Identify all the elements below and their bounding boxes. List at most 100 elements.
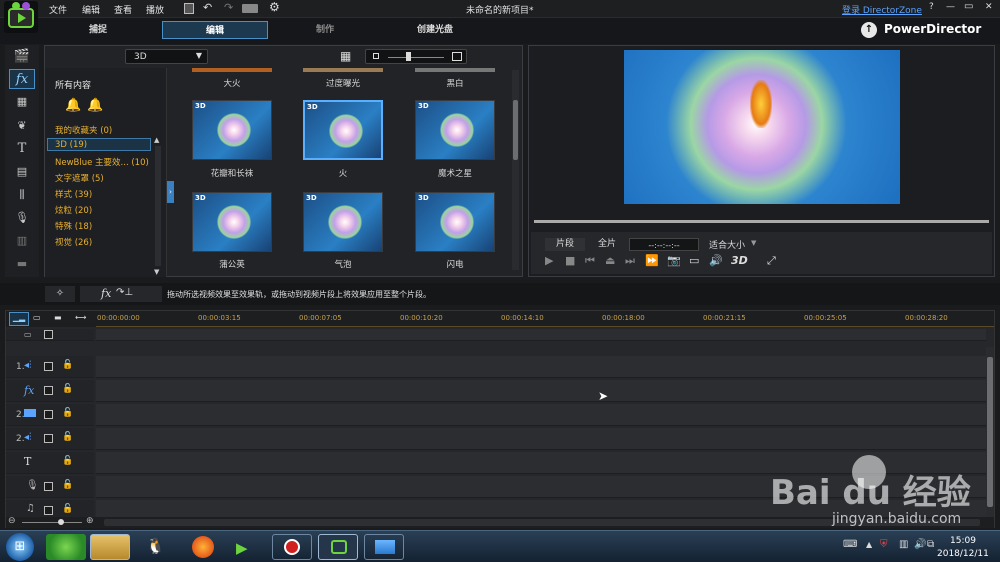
save-icon[interactable] (184, 3, 194, 14)
particle-room-icon[interactable]: ❦ (9, 116, 35, 136)
track-enable-checkbox[interactable] (44, 434, 53, 443)
menu-play[interactable]: 播放 (146, 3, 164, 16)
library-filter-dropdown[interactable]: 3D ▼ (125, 49, 208, 64)
category-special[interactable]: 特殊 (18) (55, 220, 92, 232)
scroll-down-arrow-icon[interactable]: ▼ (154, 268, 159, 276)
display-output-icon[interactable]: ▭ (689, 254, 699, 267)
category-style[interactable]: 样式 (39) (55, 188, 92, 200)
track-lane[interactable] (96, 329, 986, 341)
subtitle-room-icon[interactable]: ▬ (9, 254, 35, 274)
zoom-slider-thumb[interactable] (58, 519, 64, 525)
transition-room-icon[interactable]: ▤ (9, 162, 35, 182)
play-icon[interactable]: ▶ (545, 254, 553, 267)
storyboard-view-icon[interactable]: ▭ (33, 313, 41, 322)
zoom-slider-track[interactable] (22, 522, 82, 523)
timeline-ruler[interactable]: 00:00:00:00 00:00:03:15 00:00:07:05 00:00:1… (96, 311, 994, 327)
effect-thumb-dandelion[interactable]: 3D (192, 192, 272, 252)
track-lane[interactable] (96, 428, 986, 450)
tab-create-disc[interactable]: 创建光盘 (385, 21, 485, 39)
effect-thumb-bubbles[interactable]: 3D (303, 192, 383, 252)
undock-preview-icon[interactable]: ⤢ (767, 254, 776, 268)
effect-thumb-magic-star[interactable]: 3D (415, 100, 495, 160)
track-enable-checkbox[interactable] (44, 410, 53, 419)
volume-icon[interactable]: 🔊 (709, 254, 723, 267)
taskbar-app-media-icon[interactable]: ▶ (226, 534, 266, 560)
add-tag-icon[interactable]: 🔔 (65, 98, 81, 113)
effect-room-fx-icon[interactable]: fx (9, 69, 35, 89)
next-frame-icon[interactable]: ⏭ (625, 254, 635, 268)
lock-icon[interactable]: 🔓 (62, 408, 73, 418)
voice-over-icon[interactable]: 🎙 (9, 208, 35, 228)
chevron-down-icon[interactable]: ▼ (751, 239, 756, 247)
magic-effect-button[interactable]: ✧ (45, 286, 75, 302)
track-enable-checkbox[interactable] (44, 330, 53, 339)
track-manager-icon[interactable]: ▬ (54, 313, 62, 322)
thumbnail-size-slider[interactable] (365, 49, 467, 64)
timecode-field[interactable]: --:--:--:-- (629, 238, 699, 251)
menu-view[interactable]: 查看 (114, 3, 132, 16)
track-enable-checkbox[interactable] (44, 482, 53, 491)
lock-icon[interactable]: 🔓 (62, 480, 73, 490)
fast-forward-icon[interactable]: ⏩ (645, 254, 659, 267)
collapse-panel-handle[interactable]: › (167, 181, 174, 203)
tray-network-icon[interactable]: ▥ (899, 539, 908, 550)
category-particles[interactable]: 炫粒 (20) (55, 204, 92, 216)
camera-snapshot-icon[interactable]: 📷 (667, 254, 681, 267)
effect-thumb-fire[interactable]: 3D (303, 100, 383, 160)
taskbar-app-qq-icon[interactable]: 🐧 (134, 534, 174, 560)
start-button-icon[interactable]: ⊞ (6, 533, 34, 561)
taskbar-app-recorder-icon[interactable] (272, 534, 312, 560)
menu-file[interactable]: 文件 (49, 3, 67, 16)
full-mode-button[interactable]: 全片 (587, 238, 627, 251)
taskbar-app-photo-viewer-icon[interactable] (364, 534, 404, 560)
taskbar-app-firefox-icon[interactable] (182, 534, 222, 560)
undo-icon[interactable]: ↶ (203, 1, 212, 14)
powerdirector-upload-icon[interactable]: ↑ (861, 22, 877, 38)
lock-icon[interactable]: 🔓 (62, 504, 73, 514)
library-scrollbar-thumb[interactable] (513, 100, 518, 160)
preview-scrubber[interactable] (534, 220, 989, 223)
minimize-button[interactable]: — (946, 2, 955, 12)
fit-timeline-icon[interactable]: ⟷ (75, 313, 86, 322)
track-enable-checkbox[interactable] (44, 362, 53, 371)
apply-fx-to-clip-button[interactable]: fx ↷⊥ (80, 286, 162, 302)
timeline-view-icon[interactable]: ▁▂ (9, 312, 29, 326)
track-enable-checkbox[interactable] (44, 506, 53, 515)
directorzone-login-link[interactable]: 登录 DirectorZone (842, 3, 922, 16)
remove-tag-icon[interactable]: 🔔 (87, 98, 103, 113)
chapter-room-icon[interactable]: ▥ (9, 231, 35, 251)
redo-icon[interactable]: ↷ (224, 1, 233, 14)
snapshot-marker-icon[interactable]: ⏏ (605, 254, 615, 267)
tray-language-icon[interactable]: ⧉ (927, 539, 934, 550)
tray-volume-icon[interactable]: 🔊 (914, 539, 926, 550)
title-room-icon[interactable]: T (9, 139, 35, 159)
zoom-in-icon[interactable]: ⊕ (86, 516, 94, 526)
tray-keyboard-icon[interactable]: ⌨ (843, 539, 857, 550)
stop-icon[interactable]: ■ (565, 254, 575, 267)
lock-icon[interactable]: 🔓 (62, 432, 73, 442)
lock-icon[interactable]: 🔓 (62, 360, 73, 370)
taskbar-app-browser-icon[interactable] (46, 534, 86, 560)
category-3d[interactable]: 3D (19) (55, 140, 87, 150)
scroll-up-arrow-icon[interactable]: ▲ (154, 136, 159, 144)
track-lane[interactable] (96, 356, 986, 378)
track-lane[interactable] (96, 380, 986, 402)
effect-thumb-petals-stockings[interactable]: 3D (192, 100, 272, 160)
pip-room-icon[interactable]: ▦ (9, 92, 35, 112)
category-scrollbar[interactable] (155, 146, 161, 266)
3d-mode-button[interactable]: 3D (731, 254, 748, 267)
restore-button[interactable]: ▭ (964, 1, 973, 12)
clock-date[interactable]: 2018/12/11 (937, 549, 989, 559)
tray-security-icon[interactable]: ⛨ (880, 539, 888, 550)
media-room-icon[interactable]: 🎬 (9, 47, 35, 67)
menu-edit[interactable]: 编辑 (82, 3, 100, 16)
fit-size-dropdown[interactable]: 适合大小 (709, 238, 745, 251)
category-text-mask[interactable]: 文字遮罩 (5) (55, 172, 104, 184)
resolution-icon[interactable] (242, 4, 258, 13)
track-enable-checkbox[interactable] (44, 386, 53, 395)
help-button[interactable]: ? (929, 2, 934, 12)
tray-expand-icon[interactable]: ▲ (866, 540, 872, 549)
effect-thumb-lightning[interactable]: 3D (415, 192, 495, 252)
category-newblue[interactable]: NewBlue 主要效... (10) (55, 156, 149, 168)
category-visual[interactable]: 视觉 (26) (55, 236, 92, 248)
